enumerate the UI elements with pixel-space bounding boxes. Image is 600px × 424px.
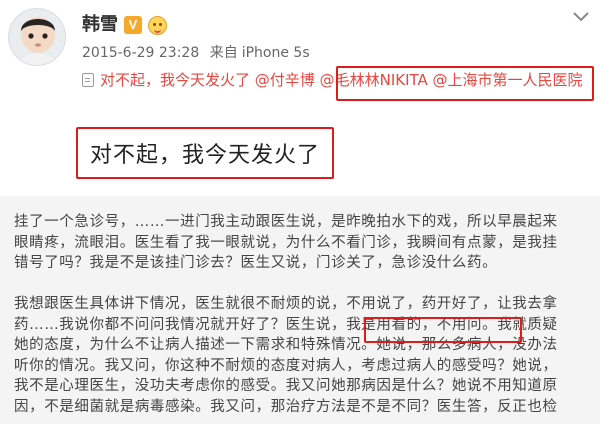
post-timestamp[interactable]: 2015-6-29 23:28 <box>82 45 199 61</box>
post-meta: 2015-6-29 23:28 来自 iPhone 5s <box>82 43 316 63</box>
source-prefix: 来自 <box>209 45 238 61</box>
quote-text: 对不起，我今天发火了 <box>90 143 321 168</box>
author-name[interactable]: 韩雪 <box>82 14 118 36</box>
avatar-photo <box>9 9 65 65</box>
body-line: 眼睛疼，流眼泪。医生看了我一眼就说，为什么不看门诊，我瞬间有点蒙，是我挂 <box>14 234 558 251</box>
emoji-badge-icon <box>148 15 167 35</box>
quote-highlight-box: 对不起，我今天发火了 <box>76 127 334 179</box>
body-line: 听你的情况。我又问，你这种不耐烦的态度对病人，考虑过病人的感受吗？她说， <box>14 357 558 374</box>
document-icon <box>82 73 94 87</box>
body-line: 错号了吗？我是不是该挂门诊去？医生又说，门诊关了，急诊没什么药。 <box>14 255 498 271</box>
body-line: 挂了一个急诊号，……一进门我主动跟医生说，是昨晚拍水下的戏，所以早晨起来 <box>14 214 558 230</box>
author-row: 韩雪 V <box>82 12 167 38</box>
body-paragraph: 挂了一个急诊号，……一进门我主动跟医生说，是昨晚拍水下的戏，所以早晨起来 眼睛疼… <box>14 212 588 274</box>
repost-message: 对不起，我今天发火了 <box>100 71 251 89</box>
body-line: 我不是心理医生，没功夫考虑你的感受。我又问她那病因是什么？她说不用知道原 <box>14 378 558 394</box>
body-paragraph: 我想跟医生具体讲下情况，医生就很不耐烦的说，不用说了，药开好了，让我去拿 药……… <box>14 294 588 417</box>
mention-highlight-box <box>336 66 594 101</box>
verified-v-icon: V <box>124 16 142 34</box>
source-device[interactable]: iPhone 5s <box>242 45 310 61</box>
chevron-down-icon[interactable] <box>572 10 590 24</box>
mention-link[interactable]: @付辛博 <box>255 71 315 89</box>
weibo-post: 韩雪 V 2015-6-29 23:28 来自 iPhone 5s 对不起，我今天… <box>0 0 600 424</box>
doctor-quote-highlight-box <box>364 317 522 343</box>
body-line: 因，不是细菌就是病毒感染。我又问，那治疗方法是不是不同？医生答，反正也检 <box>14 398 558 415</box>
body-line: 我想跟医生具体讲下情况，医生就很不耐烦的说，不用说了，药开好了，让我去拿 <box>14 296 558 312</box>
avatar[interactable] <box>8 8 66 66</box>
